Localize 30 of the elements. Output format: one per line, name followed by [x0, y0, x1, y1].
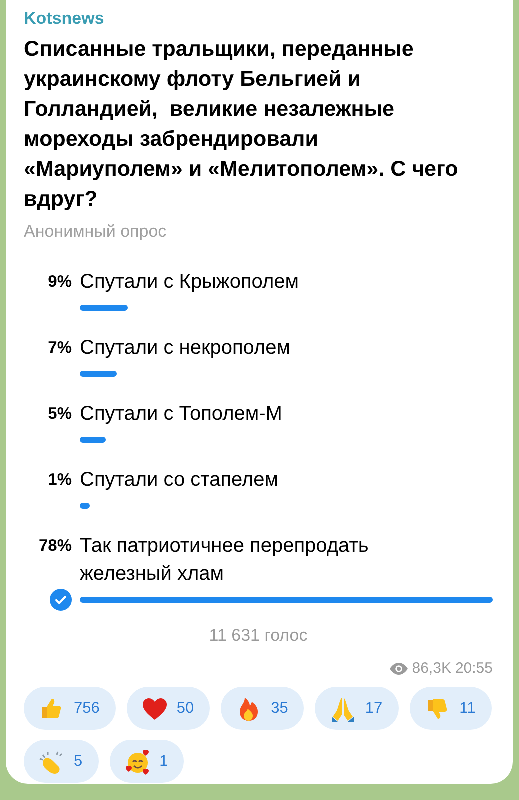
checkmark-icon — [50, 589, 72, 611]
smiling-face-icon — [124, 748, 152, 776]
message-time: 20:55 — [455, 660, 493, 677]
reaction-button[interactable]: 35 — [221, 687, 304, 730]
option-percent: 78% — [38, 536, 72, 557]
view-count: 86,3K — [412, 660, 452, 677]
result-bar — [80, 305, 128, 311]
option-label: Спутали с Тополем-М — [80, 402, 284, 427]
option-label: Спутали с Крыжополем — [80, 270, 300, 295]
option-percent: 1% — [47, 470, 72, 491]
reaction-button[interactable]: 17 — [315, 687, 399, 730]
eye-icon — [390, 662, 408, 674]
result-bar — [80, 371, 118, 377]
reaction-button[interactable]: 5 — [24, 740, 99, 783]
vote-count: 11 631 голос — [208, 626, 309, 646]
option-percent: 5% — [47, 404, 72, 425]
option-percent: 7% — [47, 338, 72, 359]
reaction-button[interactable]: 11 — [410, 687, 492, 730]
reaction-button[interactable]: 50 — [126, 687, 210, 730]
option-label: Спутали с некрополем — [80, 336, 292, 361]
channel-name[interactable]: Kotsnews — [24, 6, 493, 32]
result-bar — [80, 437, 106, 443]
result-bar — [80, 503, 90, 509]
reaction-button[interactable]: 756 — [24, 687, 116, 730]
option-label: Так патриотичнее перепродать железный хлам — [80, 534, 370, 587]
poll-type: Анонимный опрос — [24, 222, 168, 242]
poll-question: Списанные тральщики, переданные украинскому флоту Бельгией и Голландией, великие незалежные мореходы забрендировали «Мариуполем» и «Мелитополем». С чего вдруг? — [24, 36, 460, 213]
option-label: Спутали со стапелем — [80, 468, 280, 493]
reaction-button[interactable]: 1 — [110, 740, 184, 783]
option-percent: 9% — [47, 272, 72, 293]
